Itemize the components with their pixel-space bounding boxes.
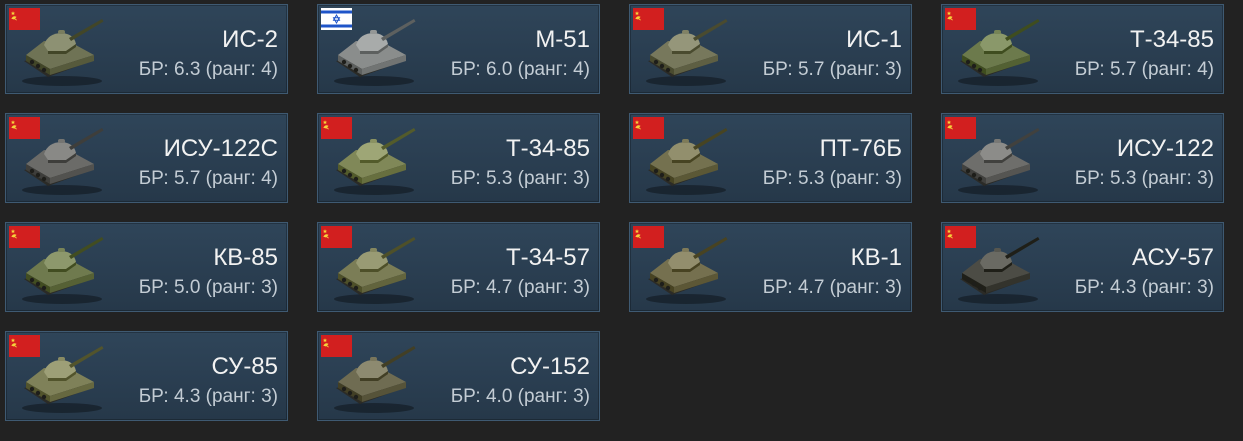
- vehicle-name: Т-34-57: [505, 244, 590, 271]
- ussr-flag: [633, 117, 664, 139]
- vehicle-card[interactable]: М-51 БР: 6.0 (ранг: 4): [317, 4, 600, 94]
- battle-rating: БР: 5.3 (ранг: 3): [450, 168, 590, 189]
- vehicle-grid: ИС-2 БР: 6.3 (ранг: 4) М-51 БР: 6.0 (ран…: [5, 4, 1224, 421]
- vehicle-card[interactable]: Т-34-57 БР: 4.7 (ранг: 3): [317, 222, 600, 312]
- vehicle-card[interactable]: Т-34-85 БР: 5.7 (ранг: 4): [941, 4, 1224, 94]
- ussr-flag: [9, 335, 40, 357]
- vehicle-card[interactable]: ИС-2 БР: 6.3 (ранг: 4): [5, 4, 288, 94]
- battle-rating: БР: 5.7 (ранг: 4): [1074, 59, 1214, 80]
- vehicle-card[interactable]: ИСУ-122 БР: 5.3 (ранг: 3): [941, 113, 1224, 203]
- vehicle-card[interactable]: КВ-85 БР: 5.0 (ранг: 3): [5, 222, 288, 312]
- battle-rating: БР: 5.3 (ранг: 3): [762, 168, 902, 189]
- vehicle-name: СУ-85: [211, 353, 278, 380]
- battle-rating: БР: 4.3 (ранг: 3): [1074, 277, 1214, 298]
- ussr-flag: [321, 335, 352, 357]
- vehicle-name: Т-34-85: [1129, 26, 1214, 53]
- battle-rating: БР: 4.7 (ранг: 3): [762, 277, 902, 298]
- ussr-flag: [945, 117, 976, 139]
- battle-rating: БР: 6.3 (ранг: 4): [138, 59, 278, 80]
- vehicle-card[interactable]: СУ-85 БР: 4.3 (ранг: 3): [5, 331, 288, 421]
- vehicle-card[interactable]: СУ-152 БР: 4.0 (ранг: 3): [317, 331, 600, 421]
- vehicle-name: КВ-85: [213, 244, 278, 271]
- ussr-flag: [633, 8, 664, 30]
- vehicle-name: ИС-2: [222, 26, 278, 53]
- vehicle-name: ИСУ-122С: [163, 135, 278, 162]
- ussr-flag: [9, 8, 40, 30]
- ussr-flag: [321, 226, 352, 248]
- battle-rating: БР: 5.7 (ранг: 4): [138, 168, 278, 189]
- israel-flag: [321, 8, 352, 30]
- vehicle-card[interactable]: Т-34-85 БР: 5.3 (ранг: 3): [317, 113, 600, 203]
- vehicle-name: СУ-152: [510, 353, 590, 380]
- battle-rating: БР: 5.3 (ранг: 3): [1074, 168, 1214, 189]
- vehicle-name: ИС-1: [846, 26, 902, 53]
- ussr-flag: [9, 117, 40, 139]
- vehicle-name: М-51: [535, 26, 590, 53]
- ussr-flag: [945, 226, 976, 248]
- vehicle-name: ПТ-76Б: [819, 135, 902, 162]
- vehicle-name: ИСУ-122: [1116, 135, 1214, 162]
- ussr-flag: [9, 226, 40, 248]
- ussr-flag: [633, 226, 664, 248]
- battle-rating: БР: 5.7 (ранг: 3): [762, 59, 902, 80]
- vehicle-card[interactable]: ИСУ-122С БР: 5.7 (ранг: 4): [5, 113, 288, 203]
- vehicle-card[interactable]: КВ-1 БР: 4.7 (ранг: 3): [629, 222, 912, 312]
- vehicle-name: Т-34-85: [505, 135, 590, 162]
- battle-rating: БР: 5.0 (ранг: 3): [138, 277, 278, 298]
- battle-rating: БР: 4.7 (ранг: 3): [450, 277, 590, 298]
- vehicle-card[interactable]: ИС-1 БР: 5.7 (ранг: 3): [629, 4, 912, 94]
- vehicle-card[interactable]: АСУ-57 БР: 4.3 (ранг: 3): [941, 222, 1224, 312]
- battle-rating: БР: 6.0 (ранг: 4): [450, 59, 590, 80]
- vehicle-card[interactable]: ПТ-76Б БР: 5.3 (ранг: 3): [629, 113, 912, 203]
- vehicle-name: АСУ-57: [1132, 244, 1214, 271]
- vehicle-name: КВ-1: [850, 244, 902, 271]
- ussr-flag: [321, 117, 352, 139]
- battle-rating: БР: 4.3 (ранг: 3): [138, 386, 278, 407]
- ussr-flag: [945, 8, 976, 30]
- battle-rating: БР: 4.0 (ранг: 3): [450, 386, 590, 407]
